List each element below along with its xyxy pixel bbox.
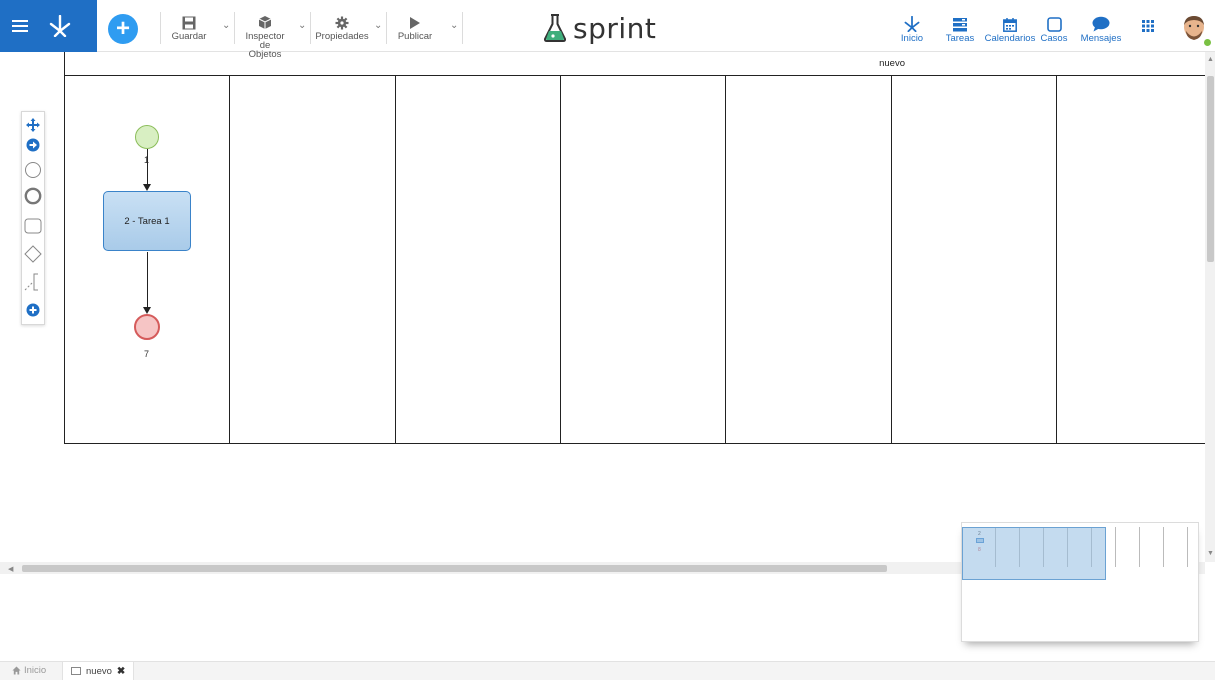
inspector-label-1: Inspector de (245, 31, 285, 51)
horizontal-scroll-thumb[interactable] (22, 565, 887, 572)
toolbar-separator (234, 12, 235, 44)
save-dropdown-chevron-icon[interactable]: ⌄ (222, 20, 230, 31)
minimap-lane (1115, 527, 1116, 567)
nav-cases[interactable]: Casos (1040, 12, 1068, 44)
pool-header[interactable]: nuevo (64, 52, 1205, 76)
tab-active-label: nuevo (86, 665, 112, 677)
pool-title: nuevo (879, 58, 905, 69)
publish-button[interactable]: Publicar (398, 12, 432, 41)
nav-calendars-label: Calendarios (984, 33, 1036, 44)
nav-home-label: Inicio (900, 33, 924, 44)
annotation-tool-icon[interactable] (22, 273, 44, 291)
online-status-badge (1203, 38, 1212, 47)
task-label: 2 - Tarea 1 (124, 215, 170, 227)
end-event-tool-icon[interactable] (22, 187, 44, 205)
toolbar-separator (386, 12, 387, 44)
task-box[interactable]: 2 - Tarea 1 (103, 191, 191, 251)
scroll-down-arrow-icon[interactable]: ▼ (1207, 550, 1214, 557)
sprint-logo: sprint (543, 11, 656, 45)
flow-arrowhead-icon (143, 307, 151, 314)
chat-bubble-icon (1092, 12, 1110, 32)
hamburger-menu-icon[interactable] (0, 0, 40, 52)
sequence-flow[interactable] (147, 252, 148, 308)
more-tools-icon[interactable] (22, 303, 44, 317)
nav-messages-label: Mensajes (1080, 33, 1122, 44)
save-button[interactable]: Guardar (172, 12, 206, 41)
publish-label: Publicar (397, 31, 433, 42)
nav-messages[interactable]: Mensajes (1080, 12, 1122, 44)
home-icon (12, 666, 21, 675)
tab-active-document[interactable]: nuevo ✖ (62, 662, 135, 680)
properties-label: Propiedades (315, 31, 369, 42)
save-label: Guardar (171, 31, 207, 42)
properties-button[interactable]: Propiedades (315, 12, 369, 42)
tab-home[interactable]: Inicio (12, 665, 46, 676)
nav-tasks[interactable]: Tareas (942, 12, 978, 44)
scroll-left-arrow-icon[interactable]: ◀ (8, 565, 13, 573)
task-tool-icon[interactable] (22, 218, 44, 234)
end-event-label: 7 (144, 349, 150, 359)
move-tool-icon[interactable] (22, 118, 44, 132)
vertical-scroll-thumb[interactable] (1207, 76, 1214, 262)
shape-palette (21, 111, 45, 325)
minimap-viewport[interactable] (962, 527, 1106, 580)
scroll-up-arrow-icon[interactable]: ▲ (1207, 56, 1214, 63)
lane-divider[interactable] (1056, 76, 1057, 444)
gear-icon (335, 12, 349, 30)
minimap-lane (1163, 527, 1164, 567)
publish-dropdown-chevron-icon[interactable]: ⌄ (450, 20, 458, 31)
brand-box (0, 0, 97, 52)
properties-dropdown-chevron-icon[interactable]: ⌄ (374, 20, 382, 31)
lane-divider[interactable] (395, 76, 396, 444)
nav-tasks-label: Tareas (945, 33, 975, 44)
bottom-tab-bar (0, 661, 1215, 680)
toolbar-separator (462, 12, 463, 44)
end-event[interactable] (134, 314, 160, 340)
pool[interactable] (64, 76, 1205, 444)
cube-icon (258, 12, 272, 30)
brand-name: sprint (573, 11, 657, 45)
sequence-flow[interactable] (147, 149, 148, 185)
start-event[interactable] (135, 125, 159, 149)
tab-home-label: Inicio (24, 665, 47, 676)
close-tab-icon[interactable]: ✖ (117, 666, 125, 677)
lane-divider[interactable] (560, 76, 561, 444)
case-square-icon (1046, 12, 1062, 32)
gateway-tool-icon[interactable] (22, 245, 44, 263)
minimap-lane (1139, 527, 1140, 567)
document-square-icon (71, 667, 81, 675)
calendar-icon (1003, 12, 1017, 32)
add-new-button[interactable]: + (108, 14, 138, 44)
toolbar-separator (160, 12, 161, 44)
flask-icon (543, 14, 567, 42)
connect-tool-icon[interactable] (22, 138, 44, 152)
start-event-tool-icon[interactable] (22, 161, 44, 179)
minimap-lane (1187, 527, 1188, 567)
inspector-dropdown-chevron-icon[interactable]: ⌄ (298, 20, 306, 31)
floppy-disk-icon (182, 12, 196, 30)
nav-home[interactable]: Inicio (898, 12, 926, 44)
lane-divider[interactable] (725, 76, 726, 444)
lane-divider[interactable] (891, 76, 892, 444)
apps-grid-icon[interactable] (1142, 19, 1154, 37)
app-logo-icon[interactable] (40, 0, 80, 52)
nav-calendars[interactable]: Calendarios (982, 12, 1038, 44)
toolbar-separator (310, 12, 311, 44)
play-icon (409, 12, 421, 30)
lane-divider[interactable] (229, 76, 230, 444)
tasks-list-icon (953, 12, 967, 32)
flow-arrowhead-icon (143, 184, 151, 191)
nav-cases-label: Casos (1040, 33, 1068, 44)
home-logo-icon (903, 12, 921, 32)
